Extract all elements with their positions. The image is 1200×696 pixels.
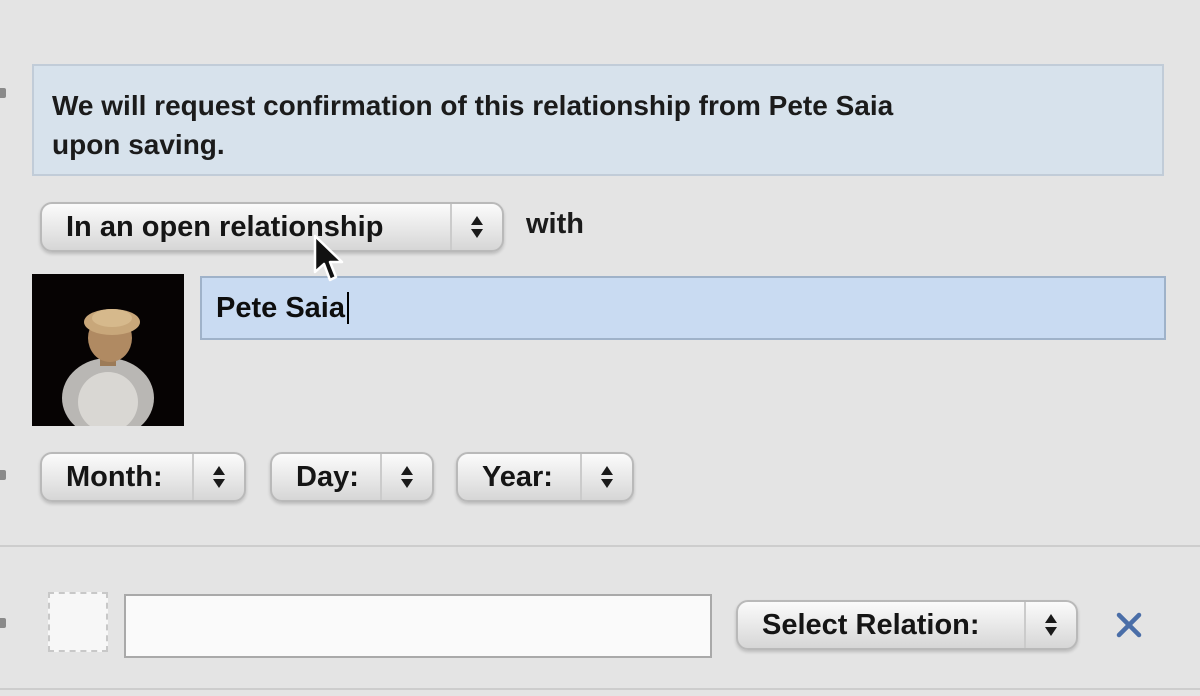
section-divider <box>0 545 1200 547</box>
remove-family-member-button[interactable] <box>1112 608 1146 642</box>
select-relation-label: Select Relation: <box>762 608 980 641</box>
family-member-photo-placeholder <box>48 592 108 652</box>
day-select[interactable]: Day: <box>270 452 434 502</box>
partner-name-input[interactable]: Pete Saia <box>200 276 1166 340</box>
confirmation-notice: We will request confirmation of this rel… <box>32 64 1164 176</box>
with-label: with <box>526 208 584 240</box>
text-caret <box>346 292 349 324</box>
up-down-arrows-icon <box>450 204 502 250</box>
section-divider <box>0 688 1200 690</box>
relationship-status-select[interactable]: In an open relationship <box>40 202 504 252</box>
edge-marker <box>0 88 6 98</box>
edge-marker <box>0 470 6 480</box>
up-down-arrows-icon <box>1024 602 1076 648</box>
avatar <box>32 274 184 426</box>
month-select[interactable]: Month: <box>40 452 246 502</box>
up-down-arrows-icon <box>192 454 244 500</box>
family-member-name-input[interactable] <box>124 594 712 658</box>
relationship-status-value: In an open relationship <box>66 210 384 243</box>
select-relation-dropdown[interactable]: Select Relation: <box>736 600 1078 650</box>
up-down-arrows-icon <box>580 454 632 500</box>
close-icon <box>1116 612 1142 638</box>
partner-name-value: Pete Saia <box>216 291 345 324</box>
notice-line-2: upon saving. <box>52 129 225 160</box>
year-select[interactable]: Year: <box>456 452 634 502</box>
month-select-label: Month: <box>66 460 163 493</box>
day-select-label: Day: <box>296 460 359 493</box>
notice-line-1: We will request confirmation of this rel… <box>52 90 894 121</box>
edge-marker <box>0 618 6 628</box>
year-select-label: Year: <box>482 460 553 493</box>
up-down-arrows-icon <box>380 454 432 500</box>
